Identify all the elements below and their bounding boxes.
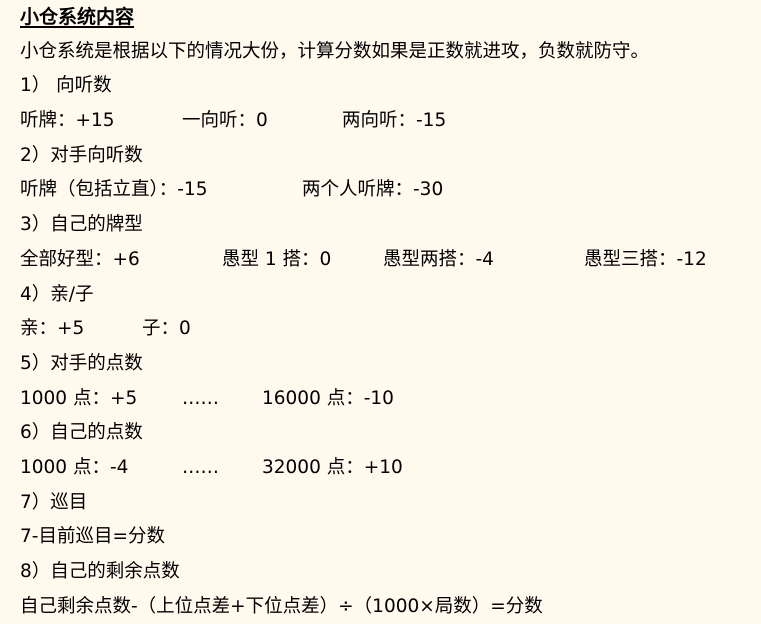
score-item: 愚型三搭：-12 bbox=[584, 248, 707, 270]
section-heading-opponent-points: 5）对手的点数 bbox=[20, 352, 143, 374]
section-items-dealer: 亲：+5 子：0 bbox=[20, 312, 755, 347]
section-heading-remaining-points: 8）自己的剩余点数 bbox=[20, 561, 180, 582]
score-item: 听牌：+15 bbox=[20, 110, 115, 132]
section-heading-turn: 7）巡目 bbox=[20, 491, 88, 513]
section-heading-opponent-shanten: 2）对手向听数 bbox=[20, 144, 143, 166]
score-item: 愚型 1 搭：0 bbox=[222, 248, 332, 270]
section-heading-hand-shape: 3）自己的牌型 bbox=[20, 214, 143, 236]
section-items-opponent-shanten: 听牌（包括立直）：-15 两个人听牌：-30 bbox=[20, 173, 755, 208]
score-item: 32000 点：+10 bbox=[262, 456, 403, 478]
score-item: 1000 点：-4 bbox=[20, 456, 129, 478]
score-item: 子：0 bbox=[142, 318, 191, 340]
score-item: 1000 点：+5 bbox=[20, 387, 138, 409]
turn-formula: 7-目前巡目=分数 bbox=[20, 526, 165, 548]
document: 小仓系统内容 小仓系统是根据以下的情况大份，计算分数如果是正数就进攻，负数就防守… bbox=[20, 0, 755, 624]
section-heading-dealer: 4）亲/子 bbox=[20, 283, 94, 305]
section-heading-own-points: 6）自己的点数 bbox=[20, 422, 143, 444]
score-item: 听牌（包括立直）：-15 bbox=[20, 179, 208, 201]
score-item: 愚型两搭：-4 bbox=[383, 248, 494, 270]
section-items-shanten: 听牌：+15 一向听：0 两向听：-15 bbox=[20, 104, 755, 139]
score-item: 两向听：-15 bbox=[342, 110, 447, 132]
score-item: 16000 点：-10 bbox=[262, 387, 394, 409]
score-item: 一向听：0 bbox=[182, 110, 268, 132]
intro-paragraph: 小仓系统是根据以下的情况大份，计算分数如果是正数就进攻，负数就防守。 bbox=[20, 40, 650, 62]
remaining-points-formula: 自己剩余点数-（上位点差+下位点差）÷（1000×局数）=分数 bbox=[20, 595, 543, 617]
section-heading-shanten: 1） 向听数 bbox=[20, 75, 112, 97]
document-title: 小仓系统内容 bbox=[20, 6, 135, 28]
score-item: 两个人听牌：-30 bbox=[302, 179, 444, 201]
section-items-own-points: 1000 点：-4 …… 32000 点：+10 bbox=[20, 451, 755, 486]
ellipsis: …… bbox=[182, 456, 219, 478]
score-item: 全部好型：+6 bbox=[20, 248, 140, 270]
section-items-opponent-points: 1000 点：+5 …… 16000 点：-10 bbox=[20, 382, 755, 417]
score-item: 亲：+5 bbox=[20, 318, 85, 340]
section-items-hand-shape: 全部好型：+6 愚型 1 搭：0 愚型两搭：-4 愚型三搭：-12 bbox=[20, 243, 755, 278]
ellipsis: …… bbox=[182, 387, 219, 409]
